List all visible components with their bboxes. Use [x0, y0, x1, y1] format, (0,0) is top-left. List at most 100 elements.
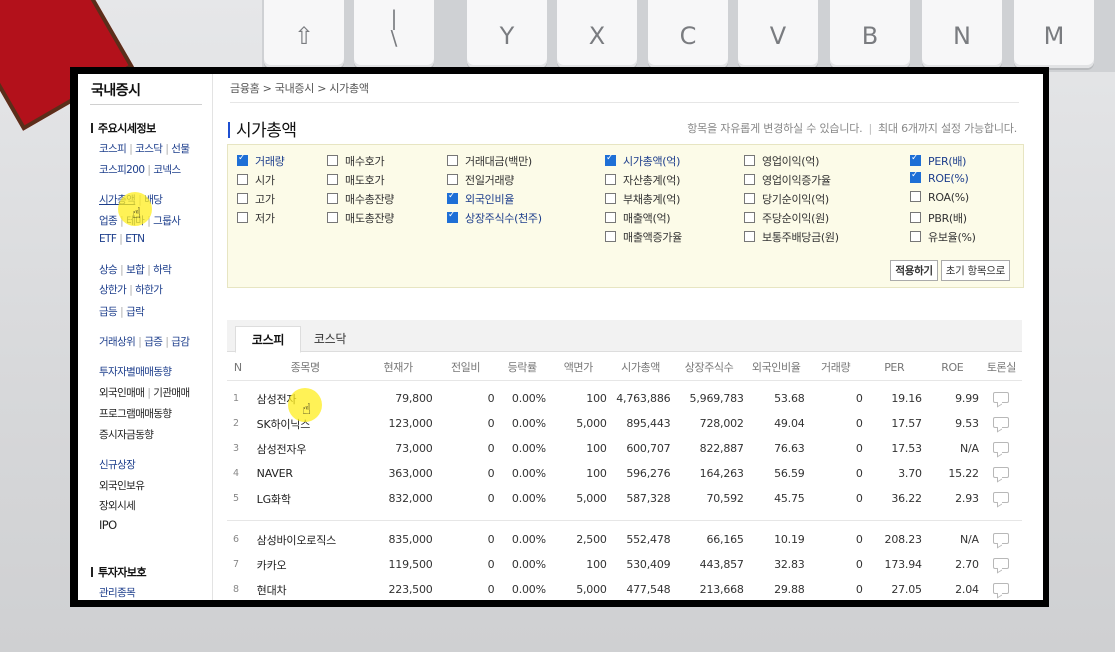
checkbox-icon[interactable] — [744, 193, 755, 204]
sidebar-item-konex[interactable]: 코넥스 — [153, 164, 181, 176]
checkbox-icon[interactable] — [327, 155, 338, 166]
option-checkbox[interactable]: 자산총계(억) — [605, 172, 680, 188]
sidebar-item-volume-top[interactable]: 거래상위 — [99, 336, 136, 348]
stock-name-link[interactable]: 삼성전자우 — [249, 436, 362, 461]
option-checkbox[interactable]: ROA(%) — [910, 191, 969, 204]
option-checkbox[interactable]: 상장주식수(천주) — [447, 210, 542, 226]
discussion-icon[interactable] — [992, 391, 1009, 403]
sidebar-item-managed[interactable]: 관리종목 — [99, 585, 136, 600]
checkbox-icon[interactable] — [910, 212, 921, 223]
checkbox-checked-icon[interactable] — [605, 153, 616, 166]
option-checkbox[interactable]: 시가총액(억) — [605, 153, 680, 169]
option-checkbox[interactable]: 매도호가 — [327, 172, 385, 188]
sidebar-item-lower[interactable]: 하한가 — [135, 284, 163, 296]
option-checkbox[interactable]: 유보율(%) — [910, 229, 976, 245]
checkbox-checked-icon[interactable] — [447, 210, 458, 223]
sidebar-item-otc[interactable]: 장외시세 — [99, 498, 136, 513]
stock-name-link[interactable]: 카카오 — [249, 552, 362, 577]
checkbox-icon[interactable] — [237, 174, 248, 185]
checkbox-checked-icon[interactable] — [910, 170, 921, 183]
option-checkbox[interactable]: 매출액(억) — [605, 210, 671, 226]
checkbox-icon[interactable] — [744, 155, 755, 166]
stock-name-link[interactable]: 현대차 — [249, 577, 362, 600]
sidebar-item-deposit-trend[interactable]: 증시자금동향 — [99, 427, 154, 442]
stock-name-link[interactable]: LG화학 — [249, 486, 362, 511]
sidebar-item-futures[interactable]: 선물 — [171, 143, 190, 155]
option-checkbox[interactable]: ROE(%) — [910, 170, 969, 185]
sidebar-item-kosdaq[interactable]: 코스닥 — [135, 143, 163, 155]
checkbox-icon[interactable] — [910, 191, 921, 202]
sidebar-item-kospi200[interactable]: 코스피200 — [99, 164, 145, 176]
sidebar-item-program-trend[interactable]: 프로그램매매동향 — [99, 406, 172, 421]
sidebar-item-plunge[interactable]: 급락 — [126, 306, 145, 318]
option-checkbox[interactable]: 영업이익(억) — [744, 153, 819, 169]
option-checkbox[interactable]: 거래대금(백만) — [447, 153, 532, 169]
discussion-icon[interactable] — [992, 557, 1009, 569]
discussion-icon[interactable] — [992, 532, 1009, 544]
discussion-icon[interactable] — [992, 416, 1009, 428]
sidebar-item-foreign-hold[interactable]: 외국인보유 — [99, 478, 145, 493]
option-checkbox[interactable]: 주당순이익(원) — [744, 210, 829, 226]
checkbox-icon[interactable] — [910, 231, 921, 242]
checkbox-icon[interactable] — [447, 174, 458, 185]
sidebar-item-investor-trend[interactable]: 투자자별매매동향 — [99, 364, 172, 379]
discussion-icon[interactable] — [992, 582, 1009, 594]
sidebar-item-rise[interactable]: 상승 — [99, 264, 118, 276]
checkbox-icon[interactable] — [605, 174, 616, 185]
sidebar-item-etn[interactable]: ETN — [125, 233, 145, 245]
reset-button[interactable]: 초기 항목으로 — [940, 260, 1010, 281]
option-checkbox[interactable]: 매출액증가율 — [605, 229, 682, 245]
option-checkbox[interactable]: 외국인비율 — [447, 191, 514, 207]
sidebar-item-ipo[interactable]: IPO — [99, 518, 117, 532]
option-checkbox[interactable]: 부채총계(억) — [605, 191, 680, 207]
option-checkbox[interactable]: 저가 — [237, 210, 275, 226]
stock-name-link[interactable]: NAVER — [249, 461, 362, 486]
sidebar-item-drop[interactable]: 급감 — [171, 336, 190, 348]
sidebar-item-inst-trade[interactable]: 기관매매 — [153, 387, 190, 399]
option-checkbox[interactable]: PER(배) — [910, 153, 966, 169]
checkbox-icon[interactable] — [605, 231, 616, 242]
option-checkbox[interactable]: 매수총잔량 — [327, 191, 394, 207]
option-checkbox[interactable]: 거래량 — [237, 153, 285, 169]
sidebar-item-new-listing[interactable]: 신규상장 — [99, 457, 136, 472]
tab-kospi[interactable]: 코스피 — [235, 326, 301, 353]
option-checkbox[interactable]: PBR(배) — [910, 210, 967, 226]
option-checkbox[interactable]: 당기순이익(억) — [744, 191, 829, 207]
checkbox-icon[interactable] — [744, 212, 755, 223]
apply-button[interactable]: 적용하기 — [890, 260, 938, 281]
checkbox-icon[interactable] — [327, 212, 338, 223]
sidebar-item-upper[interactable]: 상한가 — [99, 284, 127, 296]
checkbox-icon[interactable] — [744, 174, 755, 185]
sidebar-item-surge[interactable]: 급등 — [99, 306, 118, 318]
option-checkbox[interactable]: 전일거래량 — [447, 172, 514, 188]
checkbox-icon[interactable] — [327, 174, 338, 185]
option-checkbox[interactable]: 시가 — [237, 172, 275, 188]
sidebar-item-fall[interactable]: 하락 — [153, 264, 172, 276]
sidebar-item-foreign-trade[interactable]: 외국인매매 — [99, 387, 145, 399]
checkbox-icon[interactable] — [237, 212, 248, 223]
discussion-icon[interactable] — [992, 466, 1009, 478]
option-checkbox[interactable]: 매수호가 — [327, 153, 385, 169]
stock-name-link[interactable]: 삼성바이오로직스 — [249, 527, 362, 552]
sidebar-item-kospi[interactable]: 코스피 — [99, 143, 127, 155]
checkbox-icon[interactable] — [605, 212, 616, 223]
checkbox-icon[interactable] — [237, 193, 248, 204]
checkbox-icon[interactable] — [327, 193, 338, 204]
checkbox-icon[interactable] — [447, 155, 458, 166]
sidebar-item-etf[interactable]: ETF — [99, 233, 117, 245]
sidebar-item-industry[interactable]: 업종 — [99, 215, 118, 227]
discussion-icon[interactable] — [992, 491, 1009, 503]
option-checkbox[interactable]: 보통주배당금(원) — [744, 229, 839, 245]
checkbox-icon[interactable] — [744, 231, 755, 242]
sidebar-item-jump[interactable]: 급증 — [144, 336, 163, 348]
checkbox-checked-icon[interactable] — [237, 153, 248, 166]
sidebar-item-group[interactable]: 그룹사 — [153, 215, 181, 227]
option-checkbox[interactable]: 영업이익증가율 — [744, 172, 831, 188]
tab-kosdaq[interactable]: 코스닥 — [305, 326, 355, 351]
checkbox-checked-icon[interactable] — [910, 153, 921, 166]
checkbox-icon[interactable] — [605, 193, 616, 204]
discussion-icon[interactable] — [992, 441, 1009, 453]
option-checkbox[interactable]: 고가 — [237, 191, 275, 207]
option-checkbox[interactable]: 매도총잔량 — [327, 210, 394, 226]
checkbox-checked-icon[interactable] — [447, 191, 458, 204]
